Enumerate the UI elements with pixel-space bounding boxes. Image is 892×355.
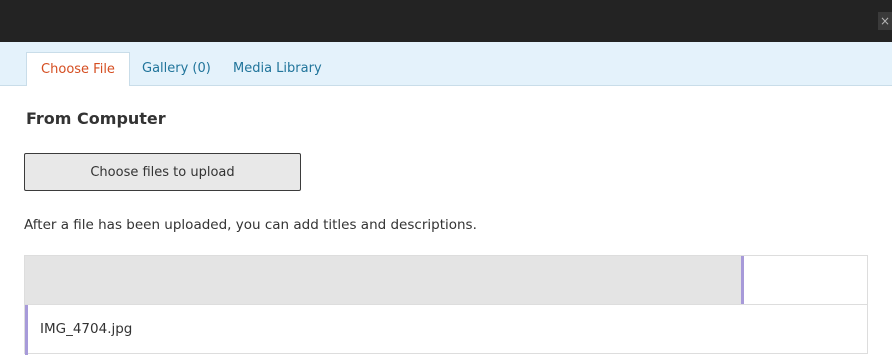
upload-progress-bar: [25, 256, 744, 304]
choose-files-button[interactable]: Choose files to upload: [24, 153, 301, 191]
media-tab-bar: Choose File Gallery (0) Media Library: [0, 42, 892, 86]
upload-queue: IMG_4704.jpg: [24, 255, 868, 355]
progress-row: [25, 256, 867, 305]
tab-choose-file[interactable]: Choose File: [26, 52, 130, 86]
section-heading: From Computer: [26, 109, 166, 128]
modal-titlebar: ×: [0, 0, 892, 42]
close-icon[interactable]: ×: [878, 12, 892, 30]
list-item[interactable]: IMG_4704.jpg: [25, 305, 867, 355]
tab-gallery[interactable]: Gallery (0): [142, 52, 211, 85]
tab-media-library[interactable]: Media Library: [233, 52, 322, 85]
upload-help-text: After a file has been uploaded, you can …: [24, 217, 477, 233]
file-name: IMG_4704.jpg: [40, 321, 133, 337]
